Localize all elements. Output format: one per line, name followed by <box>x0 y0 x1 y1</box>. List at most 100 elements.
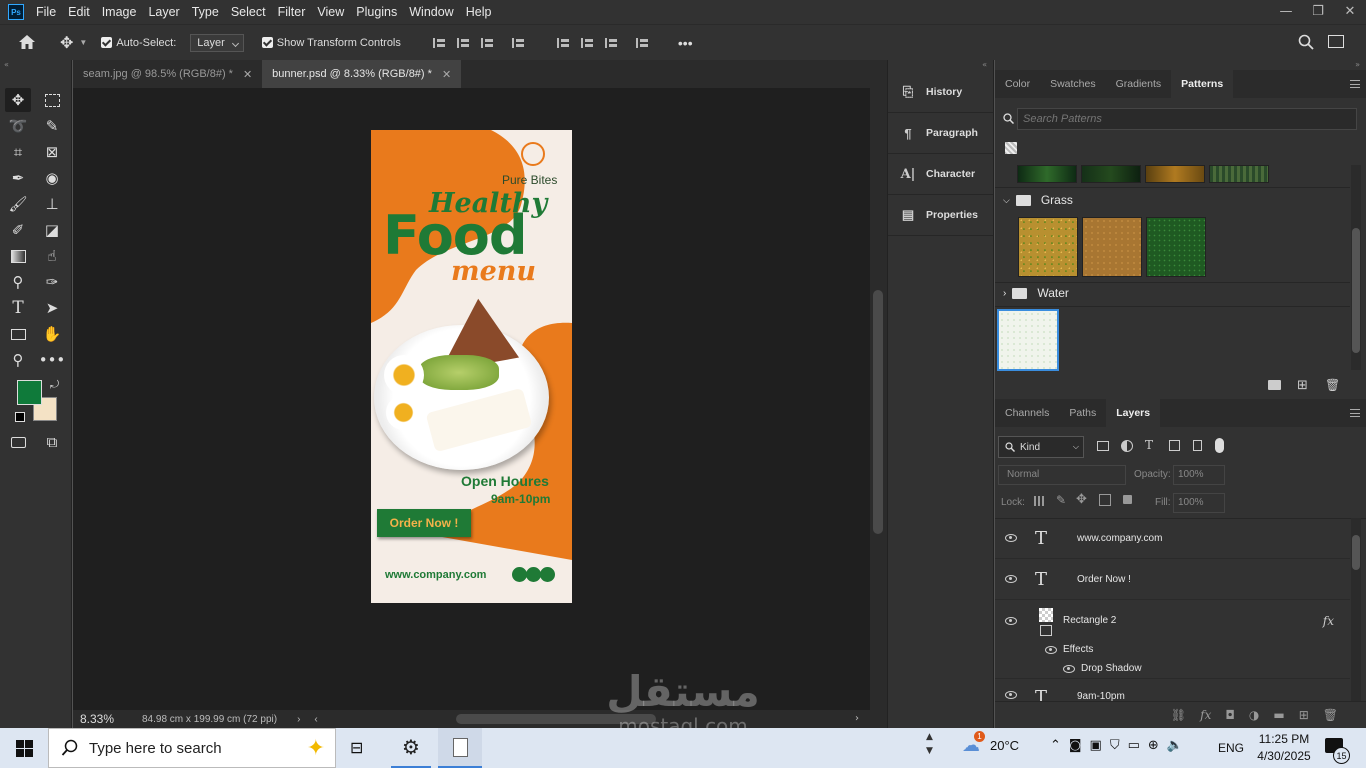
default-colors-icon[interactable] <box>15 412 25 422</box>
add-style-icon[interactable]: fx <box>1200 708 1211 722</box>
menu-select[interactable]: Select <box>225 5 272 19</box>
filter-type-icon[interactable]: T <box>1145 438 1153 452</box>
filter-shape-icon[interactable] <box>1169 440 1180 451</box>
clock[interactable]: 11:25 PM 4/30/2025 <box>1254 731 1314 765</box>
settings-app-icon[interactable]: ⚙ <box>391 728 431 768</box>
screen-mode-icon[interactable]: ⧉ <box>39 430 65 454</box>
filter-pixel-icon[interactable] <box>1097 441 1109 451</box>
volume-icon[interactable]: 🔈 <box>1167 738 1183 753</box>
grass-pattern-1[interactable] <box>1018 217 1078 277</box>
delete-layer-icon[interactable]: 🗑 <box>1323 708 1338 722</box>
visibility-eye-icon[interactable] <box>1005 691 1017 699</box>
tab-paths[interactable]: Paths <box>1059 399 1106 427</box>
menu-plugins[interactable]: Plugins <box>350 5 403 19</box>
collapse-toolbar-icon[interactable]: « <box>0 60 72 70</box>
auto-select-dropdown[interactable]: Layer <box>190 33 244 52</box>
rectangle-tool-icon[interactable] <box>5 322 31 346</box>
lock-position-icon[interactable]: ✥ <box>1076 492 1087 507</box>
tab-patterns[interactable]: Patterns <box>1171 70 1234 98</box>
grass-pattern-2[interactable] <box>1082 217 1142 277</box>
opacity-field[interactable]: 100% <box>1173 465 1225 485</box>
layer-row[interactable]: T Order Now ! <box>995 559 1350 600</box>
battery-icon[interactable]: ▭ <box>1128 738 1140 753</box>
align-left-icon[interactable] <box>432 36 446 50</box>
quick-mask-icon[interactable] <box>5 430 31 454</box>
tab-layers[interactable]: Layers <box>1106 399 1161 427</box>
distribute-icon[interactable] <box>511 36 525 50</box>
selected-pattern-swatch[interactable] <box>997 309 1059 371</box>
layer-row[interactable]: Rectangle 2 fx <box>995 600 1350 641</box>
filter-smart-object-icon[interactable] <box>1193 440 1202 451</box>
adjustment-layer-icon[interactable]: ◑ <box>1249 708 1259 722</box>
zoom-level[interactable]: 8.33% <box>80 712 142 726</box>
menu-window[interactable]: Window <box>403 5 459 19</box>
notepad-app-icon[interactable] <box>438 728 482 768</box>
pattern-preset-icon[interactable] <box>1005 142 1017 154</box>
task-view-icon[interactable]: ⊟ <box>350 738 368 757</box>
menu-image[interactable]: Image <box>96 5 143 19</box>
chevron-right-icon[interactable]: › <box>297 714 300 725</box>
dodge-tool-icon[interactable]: ⚲ <box>5 270 31 294</box>
menu-layer[interactable]: Layer <box>142 5 185 19</box>
swap-colors-icon[interactable]: ⤾ <box>50 378 59 392</box>
eraser-tool-icon[interactable]: ◪ <box>39 218 65 242</box>
panel-paragraph[interactable]: ¶ Paragraph <box>888 113 993 154</box>
lock-transparent-icon[interactable] <box>1034 496 1044 506</box>
crop-tool-icon[interactable]: ⌗ <box>5 140 31 164</box>
new-pattern-icon[interactable]: ⊞ <box>1297 378 1308 393</box>
brush-tool-icon[interactable]: 🖌 <box>5 192 31 216</box>
tab-bunner[interactable]: bunner.psd @ 8.33% (RGB/8#) * ✕ <box>262 60 462 88</box>
align-top-icon[interactable] <box>556 36 570 50</box>
scroll-right-icon[interactable]: › <box>855 713 859 724</box>
move-tool-preset-icon[interactable]: ✥ <box>60 33 73 53</box>
windows-start-icon[interactable] <box>16 739 33 757</box>
vertical-scroll-thumb[interactable] <box>873 290 883 534</box>
new-layer-icon[interactable]: ⊞ <box>1299 708 1309 722</box>
menu-filter[interactable]: Filter <box>272 5 312 19</box>
path-select-tool-icon[interactable]: ➤ <box>39 296 65 320</box>
foreground-color-swatch[interactable] <box>17 380 42 405</box>
visibility-eye-icon[interactable] <box>1045 645 1057 654</box>
filter-adjustment-icon[interactable] <box>1121 440 1133 452</box>
home-icon[interactable] <box>18 34 38 52</box>
smudge-tool-icon[interactable]: ☝ <box>39 244 65 268</box>
zoom-tool-icon[interactable]: ⚲ <box>5 348 31 372</box>
quick-select-tool-icon[interactable]: ✎ <box>39 114 65 138</box>
panel-menu-icon[interactable] <box>1350 409 1360 417</box>
visibility-eye-icon[interactable] <box>1063 664 1075 673</box>
collapse-dock-icon[interactable]: » <box>995 60 1366 70</box>
more-options-icon[interactable]: ••• <box>678 35 693 51</box>
close-icon[interactable]: ✕ <box>1334 0 1366 22</box>
network-icon[interactable]: ⊕ <box>1148 738 1159 753</box>
lock-all-icon[interactable] <box>1123 495 1132 504</box>
lasso-tool-icon[interactable]: ➰ <box>5 114 31 138</box>
move-tool-icon[interactable]: ✥ <box>5 88 31 112</box>
chevron-down-icon[interactable]: ▼ <box>79 38 87 47</box>
tab-gradients[interactable]: Gradients <box>1106 70 1172 98</box>
link-layers-icon[interactable]: ⛓ <box>1171 708 1186 722</box>
minimize-icon[interactable]: — <box>1270 0 1302 22</box>
layers-scroll-thumb[interactable] <box>1352 535 1360 570</box>
search-patterns-input[interactable] <box>1017 108 1357 130</box>
language-indicator[interactable]: ENG <box>1218 741 1244 755</box>
add-mask-icon[interactable]: ◘ <box>1225 708 1235 722</box>
new-group-icon[interactable]: ▬ <box>1273 708 1284 722</box>
pattern-swatch[interactable] <box>1017 165 1077 183</box>
weather-widget[interactable]: ☁ 1 20°C <box>962 731 1019 756</box>
align-bottom-icon[interactable] <box>604 36 618 50</box>
meet-icon[interactable]: ◙ <box>1069 738 1082 753</box>
filter-toggle-icon[interactable] <box>1215 438 1224 453</box>
menu-help[interactable]: Help <box>460 5 498 19</box>
menu-type[interactable]: Type <box>186 5 225 19</box>
align-center-h-icon[interactable] <box>456 36 470 50</box>
tab-seam[interactable]: seam.jpg @ 98.5% (RGB/8#) * ✕ <box>73 60 262 88</box>
show-transform-checkbox[interactable] <box>261 37 273 48</box>
frame-tool-icon[interactable]: ⊠ <box>39 140 65 164</box>
workspace-icon[interactable] <box>1328 35 1344 48</box>
layer-effect-row[interactable]: Drop Shadow <box>995 659 1350 679</box>
tab-swatches[interactable]: Swatches <box>1040 70 1106 98</box>
layer-effects-row[interactable]: Effects <box>995 640 1350 659</box>
visibility-eye-icon[interactable] <box>1005 575 1017 583</box>
align-middle-v-icon[interactable] <box>580 36 594 50</box>
patterns-scroll-thumb[interactable] <box>1352 228 1360 353</box>
